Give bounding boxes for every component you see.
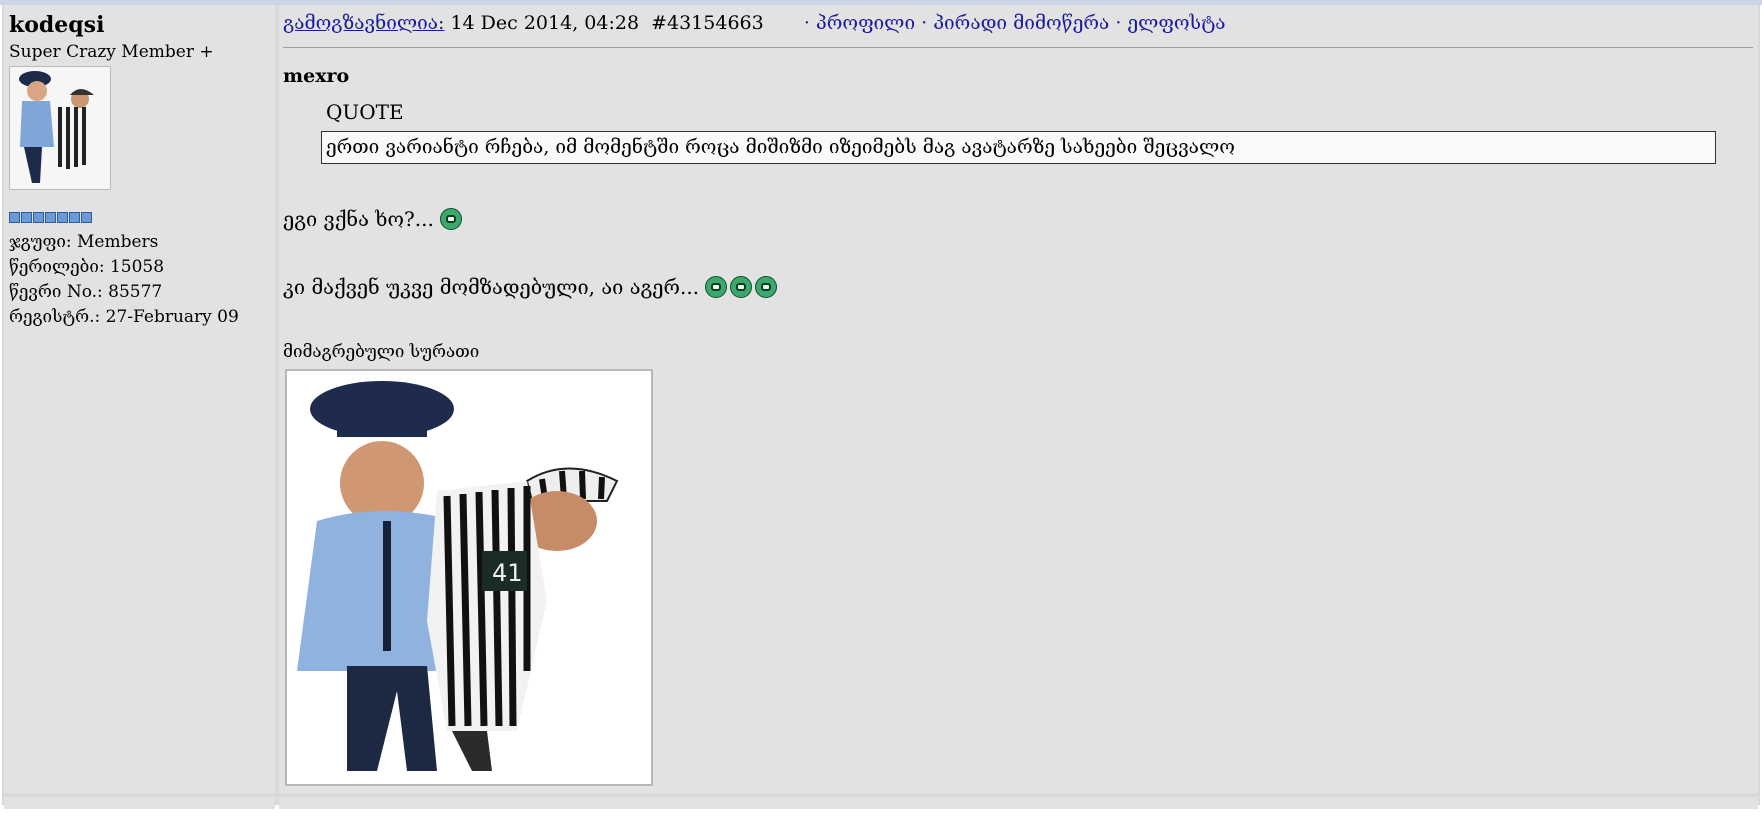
rank-pip	[9, 212, 20, 223]
quote-label: QUOTE	[326, 100, 404, 124]
rank-pips	[9, 212, 92, 223]
svg-text:41: 41	[492, 559, 523, 587]
smiley-icon	[755, 276, 778, 298]
author-posts: წერილები: 15058	[9, 257, 165, 277]
separator: ·	[1115, 12, 1122, 34]
author-group: ჯგუფი: Members	[9, 232, 159, 252]
author-username[interactable]: kodeqsi	[9, 12, 104, 38]
private-message-link[interactable]: პირადი მიმოწერა	[933, 12, 1109, 34]
quote-box: ერთი ვარიანტი რჩება, იმ მომენტში როცა მი…	[321, 131, 1716, 164]
quote-text: ერთი ვარიანტი რჩება, იმ მომენტში როცა მი…	[326, 136, 1235, 158]
separator: ·	[803, 12, 810, 34]
rank-pip	[81, 212, 92, 223]
rank-pip	[57, 212, 68, 223]
rank-pip	[21, 212, 32, 223]
post-header: გამოგზავნილია: 14 Dec 2014, 04:28 #43154…	[283, 12, 1226, 34]
rank-pip	[69, 212, 80, 223]
page-bottom	[0, 809, 1762, 825]
smiley-icon	[730, 276, 753, 298]
rank-pip	[33, 212, 44, 223]
email-link[interactable]: ელფოსტა	[1127, 12, 1225, 34]
post-text: ეგი ვქნა ხო?...	[283, 207, 434, 231]
post-date: 14 Dec 2014, 04:28	[450, 12, 640, 34]
post-footer-left	[4, 797, 275, 809]
author-avatar[interactable]	[9, 66, 111, 190]
author-registered: რეგისტრ.: 27-February 09	[9, 307, 239, 327]
post-line-1: ეგი ვქნა ხო?...	[283, 207, 462, 231]
post-line-2: კი მაქვენ უკვე მომზადებული, აი აგერ...	[283, 275, 778, 299]
post-number[interactable]: #43154663	[651, 12, 764, 34]
separator: ·	[921, 12, 928, 34]
attached-image[interactable]: 41	[285, 369, 653, 786]
post-permalink[interactable]: გამოგზავნილია:	[283, 12, 444, 34]
attachment-label: მიმაგრებული სურათი	[283, 342, 480, 362]
avatar-image	[10, 67, 110, 189]
post-text: კი მაქვენ უკვე მომზადებული, აი აგერ...	[283, 275, 700, 299]
author-rank: Super Crazy Member +	[9, 42, 214, 62]
author-member-no: წევრი No.: 85577	[9, 282, 163, 302]
quote-author: mexro	[283, 65, 350, 87]
smiley-icon	[705, 276, 728, 298]
profile-link[interactable]: პროფილი	[816, 12, 915, 34]
smiley-icon	[439, 208, 462, 230]
header-divider	[283, 47, 1753, 48]
rank-pip	[45, 212, 56, 223]
post-footer-right	[279, 797, 1758, 809]
attached-image-drawing: 41	[287, 371, 651, 784]
